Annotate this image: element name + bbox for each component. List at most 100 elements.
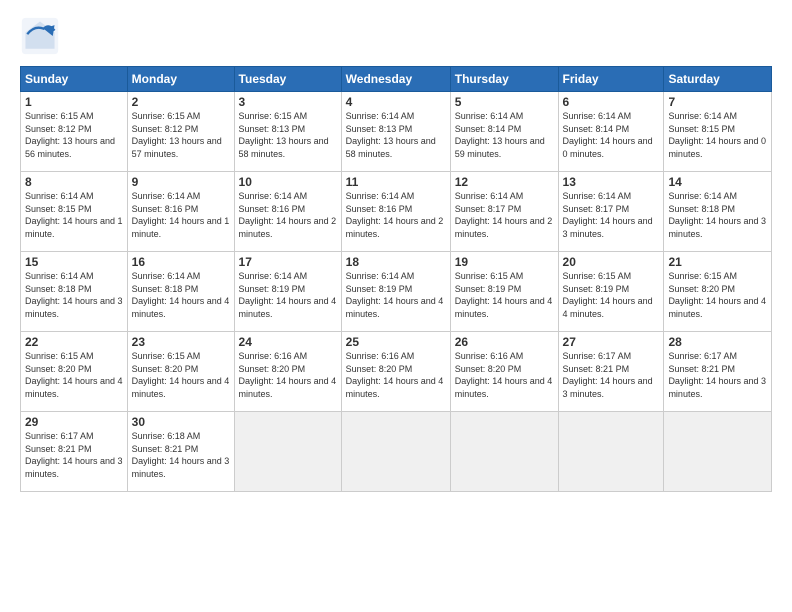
- header-saturday: Saturday: [664, 67, 772, 92]
- day-info: Sunrise: 6:14 AM Sunset: 8:17 PM Dayligh…: [563, 190, 660, 240]
- day-info: Sunrise: 6:14 AM Sunset: 8:18 PM Dayligh…: [668, 190, 767, 240]
- day-number: 22: [25, 335, 123, 349]
- day-number: 15: [25, 255, 123, 269]
- calendar-week-1: 1 Sunrise: 6:15 AM Sunset: 8:12 PM Dayli…: [21, 92, 772, 172]
- header-thursday: Thursday: [450, 67, 558, 92]
- calendar-cell: [558, 412, 664, 492]
- calendar-cell: 6 Sunrise: 6:14 AM Sunset: 8:14 PM Dayli…: [558, 92, 664, 172]
- calendar-week-4: 22 Sunrise: 6:15 AM Sunset: 8:20 PM Dayl…: [21, 332, 772, 412]
- day-number: 24: [239, 335, 337, 349]
- calendar-cell: 20 Sunrise: 6:15 AM Sunset: 8:19 PM Dayl…: [558, 252, 664, 332]
- calendar-cell: 23 Sunrise: 6:15 AM Sunset: 8:20 PM Dayl…: [127, 332, 234, 412]
- day-number: 6: [563, 95, 660, 109]
- day-info: Sunrise: 6:14 AM Sunset: 8:18 PM Dayligh…: [132, 270, 230, 320]
- day-info: Sunrise: 6:15 AM Sunset: 8:19 PM Dayligh…: [455, 270, 554, 320]
- day-info: Sunrise: 6:15 AM Sunset: 8:12 PM Dayligh…: [132, 110, 230, 160]
- calendar-cell: 13 Sunrise: 6:14 AM Sunset: 8:17 PM Dayl…: [558, 172, 664, 252]
- calendar-cell: 16 Sunrise: 6:14 AM Sunset: 8:18 PM Dayl…: [127, 252, 234, 332]
- calendar-cell: 11 Sunrise: 6:14 AM Sunset: 8:16 PM Dayl…: [341, 172, 450, 252]
- day-number: 11: [346, 175, 446, 189]
- day-info: Sunrise: 6:15 AM Sunset: 8:20 PM Dayligh…: [25, 350, 123, 400]
- calendar-cell: 18 Sunrise: 6:14 AM Sunset: 8:19 PM Dayl…: [341, 252, 450, 332]
- calendar-cell: 7 Sunrise: 6:14 AM Sunset: 8:15 PM Dayli…: [664, 92, 772, 172]
- day-info: Sunrise: 6:17 AM Sunset: 8:21 PM Dayligh…: [668, 350, 767, 400]
- calendar-cell: 10 Sunrise: 6:14 AM Sunset: 8:16 PM Dayl…: [234, 172, 341, 252]
- day-number: 20: [563, 255, 660, 269]
- day-info: Sunrise: 6:14 AM Sunset: 8:15 PM Dayligh…: [668, 110, 767, 160]
- calendar-cell: [450, 412, 558, 492]
- header-wednesday: Wednesday: [341, 67, 450, 92]
- day-number: 19: [455, 255, 554, 269]
- calendar-week-3: 15 Sunrise: 6:14 AM Sunset: 8:18 PM Dayl…: [21, 252, 772, 332]
- day-number: 7: [668, 95, 767, 109]
- day-number: 13: [563, 175, 660, 189]
- calendar-week-5: 29 Sunrise: 6:17 AM Sunset: 8:21 PM Dayl…: [21, 412, 772, 492]
- day-number: 21: [668, 255, 767, 269]
- day-info: Sunrise: 6:18 AM Sunset: 8:21 PM Dayligh…: [132, 430, 230, 480]
- day-info: Sunrise: 6:14 AM Sunset: 8:16 PM Dayligh…: [346, 190, 446, 240]
- day-info: Sunrise: 6:14 AM Sunset: 8:14 PM Dayligh…: [563, 110, 660, 160]
- header-monday: Monday: [127, 67, 234, 92]
- day-number: 28: [668, 335, 767, 349]
- calendar-table: Sunday Monday Tuesday Wednesday Thursday…: [20, 66, 772, 492]
- day-info: Sunrise: 6:14 AM Sunset: 8:16 PM Dayligh…: [132, 190, 230, 240]
- day-number: 2: [132, 95, 230, 109]
- calendar-cell: 19 Sunrise: 6:15 AM Sunset: 8:19 PM Dayl…: [450, 252, 558, 332]
- day-number: 12: [455, 175, 554, 189]
- day-info: Sunrise: 6:15 AM Sunset: 8:19 PM Dayligh…: [563, 270, 660, 320]
- day-info: Sunrise: 6:15 AM Sunset: 8:20 PM Dayligh…: [132, 350, 230, 400]
- day-number: 10: [239, 175, 337, 189]
- calendar-cell: 1 Sunrise: 6:15 AM Sunset: 8:12 PM Dayli…: [21, 92, 128, 172]
- day-info: Sunrise: 6:15 AM Sunset: 8:12 PM Dayligh…: [25, 110, 123, 160]
- day-info: Sunrise: 6:17 AM Sunset: 8:21 PM Dayligh…: [25, 430, 123, 480]
- calendar-cell: 21 Sunrise: 6:15 AM Sunset: 8:20 PM Dayl…: [664, 252, 772, 332]
- calendar-cell: 22 Sunrise: 6:15 AM Sunset: 8:20 PM Dayl…: [21, 332, 128, 412]
- calendar-cell: 24 Sunrise: 6:16 AM Sunset: 8:20 PM Dayl…: [234, 332, 341, 412]
- day-number: 25: [346, 335, 446, 349]
- day-number: 14: [668, 175, 767, 189]
- day-number: 5: [455, 95, 554, 109]
- day-number: 3: [239, 95, 337, 109]
- day-info: Sunrise: 6:14 AM Sunset: 8:15 PM Dayligh…: [25, 190, 123, 240]
- day-info: Sunrise: 6:14 AM Sunset: 8:19 PM Dayligh…: [239, 270, 337, 320]
- calendar-cell: 28 Sunrise: 6:17 AM Sunset: 8:21 PM Dayl…: [664, 332, 772, 412]
- day-info: Sunrise: 6:17 AM Sunset: 8:21 PM Dayligh…: [563, 350, 660, 400]
- header-sunday: Sunday: [21, 67, 128, 92]
- logo: [20, 16, 66, 56]
- calendar-cell: [234, 412, 341, 492]
- day-number: 17: [239, 255, 337, 269]
- day-number: 8: [25, 175, 123, 189]
- day-number: 26: [455, 335, 554, 349]
- day-info: Sunrise: 6:14 AM Sunset: 8:17 PM Dayligh…: [455, 190, 554, 240]
- calendar-cell: 29 Sunrise: 6:17 AM Sunset: 8:21 PM Dayl…: [21, 412, 128, 492]
- logo-icon: [20, 16, 60, 56]
- calendar-cell: 2 Sunrise: 6:15 AM Sunset: 8:12 PM Dayli…: [127, 92, 234, 172]
- page: Sunday Monday Tuesday Wednesday Thursday…: [0, 0, 792, 612]
- calendar-cell: [341, 412, 450, 492]
- day-number: 29: [25, 415, 123, 429]
- day-info: Sunrise: 6:14 AM Sunset: 8:18 PM Dayligh…: [25, 270, 123, 320]
- header-friday: Friday: [558, 67, 664, 92]
- day-number: 1: [25, 95, 123, 109]
- header: [20, 16, 772, 56]
- calendar-cell: 4 Sunrise: 6:14 AM Sunset: 8:13 PM Dayli…: [341, 92, 450, 172]
- calendar-cell: 30 Sunrise: 6:18 AM Sunset: 8:21 PM Dayl…: [127, 412, 234, 492]
- calendar-cell: [664, 412, 772, 492]
- calendar-cell: 9 Sunrise: 6:14 AM Sunset: 8:16 PM Dayli…: [127, 172, 234, 252]
- day-info: Sunrise: 6:14 AM Sunset: 8:13 PM Dayligh…: [346, 110, 446, 160]
- calendar-cell: 14 Sunrise: 6:14 AM Sunset: 8:18 PM Dayl…: [664, 172, 772, 252]
- calendar-cell: 15 Sunrise: 6:14 AM Sunset: 8:18 PM Dayl…: [21, 252, 128, 332]
- day-number: 9: [132, 175, 230, 189]
- day-info: Sunrise: 6:15 AM Sunset: 8:13 PM Dayligh…: [239, 110, 337, 160]
- day-number: 18: [346, 255, 446, 269]
- calendar-cell: 26 Sunrise: 6:16 AM Sunset: 8:20 PM Dayl…: [450, 332, 558, 412]
- day-number: 30: [132, 415, 230, 429]
- day-number: 4: [346, 95, 446, 109]
- day-info: Sunrise: 6:16 AM Sunset: 8:20 PM Dayligh…: [239, 350, 337, 400]
- day-info: Sunrise: 6:14 AM Sunset: 8:19 PM Dayligh…: [346, 270, 446, 320]
- day-info: Sunrise: 6:15 AM Sunset: 8:20 PM Dayligh…: [668, 270, 767, 320]
- calendar-cell: 8 Sunrise: 6:14 AM Sunset: 8:15 PM Dayli…: [21, 172, 128, 252]
- day-info: Sunrise: 6:14 AM Sunset: 8:16 PM Dayligh…: [239, 190, 337, 240]
- calendar-cell: 27 Sunrise: 6:17 AM Sunset: 8:21 PM Dayl…: [558, 332, 664, 412]
- calendar-cell: 25 Sunrise: 6:16 AM Sunset: 8:20 PM Dayl…: [341, 332, 450, 412]
